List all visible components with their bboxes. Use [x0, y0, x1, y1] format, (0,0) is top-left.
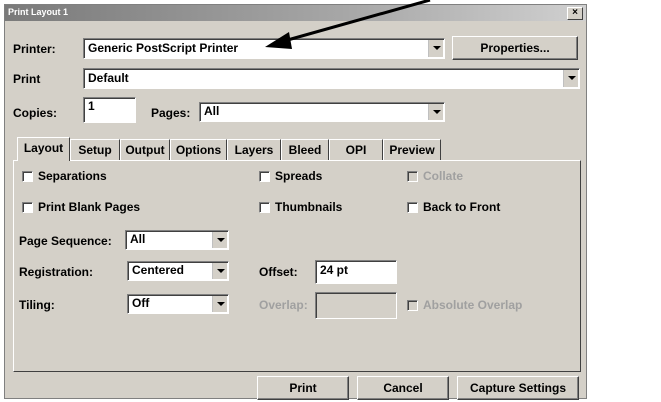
- callout-arrow-shaft: [283, 0, 431, 43]
- tab-layout[interactable]: Layout: [17, 137, 70, 161]
- callout-arrow-icon: [265, 0, 431, 49]
- callout-arrow-head: [265, 32, 292, 49]
